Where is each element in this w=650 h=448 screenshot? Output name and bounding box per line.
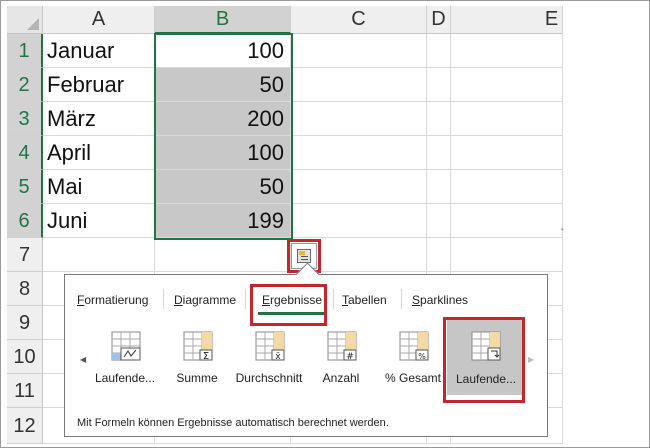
option-count[interactable]: # Anzahl <box>303 327 379 387</box>
cell-a3[interactable]: März <box>43 102 155 136</box>
cell-a4[interactable]: April <box>43 136 155 170</box>
svg-text:Σ: Σ <box>203 351 209 361</box>
tab-separator <box>401 289 402 309</box>
empty-cell[interactable] <box>427 68 451 102</box>
empty-cell[interactable] <box>451 102 563 136</box>
scroll-left-icon[interactable]: ◀ <box>80 355 86 364</box>
empty-cell[interactable] <box>451 238 563 272</box>
quick-analysis-icon <box>297 249 311 263</box>
row-header-11[interactable]: 11 <box>7 374 43 408</box>
tab-separator <box>245 289 246 309</box>
average-icon: x̄ <box>255 331 285 361</box>
option-percent-total[interactable]: % % Gesamt <box>375 327 451 387</box>
option-average[interactable]: x̄ Durchschnitt <box>231 327 307 387</box>
select-all-triangle-icon <box>27 18 39 30</box>
row-header-5[interactable]: 5 <box>7 170 43 204</box>
empty-cell[interactable] <box>427 204 451 238</box>
empty-cell[interactable] <box>291 204 427 238</box>
cell-b5[interactable]: 50 <box>155 170 291 204</box>
row-header-3[interactable]: 3 <box>7 102 43 136</box>
quick-analysis-line-1 <box>301 256 308 257</box>
resize-handle-icon: • <box>561 225 564 234</box>
empty-cell[interactable] <box>451 136 563 170</box>
cell-a5[interactable]: Mai <box>43 170 155 204</box>
row-header-12[interactable]: 12 <box>7 408 43 444</box>
svg-text:x̄: x̄ <box>275 352 281 361</box>
column-header-e[interactable]: E <box>451 6 563 34</box>
row-header-6[interactable]: 6 <box>7 204 43 238</box>
tab-formatierung[interactable]: Formatierung <box>77 293 148 307</box>
row-header-8[interactable]: 8 <box>7 272 43 306</box>
empty-cell[interactable] <box>427 136 451 170</box>
percent-total-icon: % <box>399 331 429 361</box>
empty-cell[interactable] <box>427 34 451 68</box>
empty-cell[interactable] <box>291 136 427 170</box>
empty-cell[interactable] <box>427 238 451 272</box>
row-header-7[interactable]: 7 <box>7 238 43 272</box>
empty-cell[interactable] <box>451 68 563 102</box>
empty-cell[interactable] <box>43 238 155 272</box>
cell-b6[interactable]: 199 <box>155 204 291 238</box>
row-header-1[interactable]: 1 <box>7 34 43 68</box>
quick-analysis-panel: Formatierung Diagramme Ergebnisse Tabell… <box>64 262 548 437</box>
empty-cell[interactable] <box>451 34 563 68</box>
row-header-10[interactable]: 10 <box>7 340 43 374</box>
tab-separator <box>333 289 334 309</box>
column-header-b[interactable]: B <box>155 6 291 34</box>
svg-text:%: % <box>418 352 426 361</box>
hint-text: Mit Formeln können Ergebnisse automatisc… <box>77 417 389 429</box>
tab-diagramme[interactable]: Diagramme <box>174 293 236 307</box>
cell-b4[interactable]: 100 <box>155 136 291 170</box>
running-total-column-icon <box>471 331 501 361</box>
quick-analysis-line-2 <box>301 259 308 260</box>
cell-b1[interactable]: 100 <box>155 34 291 68</box>
column-header-c[interactable]: C <box>291 6 427 34</box>
tab-separator <box>163 289 164 309</box>
cell-b2[interactable]: 50 <box>155 68 291 102</box>
empty-cell[interactable] <box>155 238 291 272</box>
empty-cell[interactable] <box>451 170 563 204</box>
active-tab-underline <box>258 312 324 315</box>
svg-text:#: # <box>346 352 354 361</box>
quick-analysis-bolt <box>299 251 305 255</box>
row-header-9[interactable]: 9 <box>7 306 43 340</box>
empty-cell[interactable] <box>451 204 563 238</box>
empty-cell[interactable] <box>291 170 427 204</box>
empty-cell[interactable] <box>291 102 427 136</box>
scroll-right-icon[interactable]: ▶ <box>528 355 534 364</box>
empty-cell[interactable] <box>427 170 451 204</box>
cell-b3[interactable]: 200 <box>155 102 291 136</box>
column-header-d[interactable]: D <box>427 6 451 34</box>
column-header-a[interactable]: A <box>43 6 155 34</box>
option-running-total-rows[interactable]: Laufende... <box>87 327 163 387</box>
empty-cell[interactable] <box>291 68 427 102</box>
option-sum[interactable]: Σ Summe <box>159 327 235 387</box>
select-all-corner[interactable] <box>7 6 43 34</box>
tab-tabellen[interactable]: Tabellen <box>342 293 387 307</box>
row-header-2[interactable]: 2 <box>7 68 43 102</box>
empty-cell[interactable] <box>427 102 451 136</box>
option-label: Laufende... <box>455 372 517 386</box>
count-icon: # <box>327 331 357 361</box>
option-running-total-columns[interactable]: Laufende... <box>447 319 525 395</box>
window-frame: A B C D E 1 2 3 4 5 6 7 8 9 10 11 12 Jan… <box>0 0 650 448</box>
cell-a6[interactable]: Juni <box>43 204 155 238</box>
sum-icon: Σ <box>183 331 213 361</box>
row-header-4[interactable]: 4 <box>7 136 43 170</box>
cell-a2[interactable]: Februar <box>43 68 155 102</box>
tab-sparklines[interactable]: Sparklines <box>412 293 468 307</box>
cell-a1[interactable]: Januar <box>43 34 155 68</box>
running-total-row-icon <box>111 331 141 361</box>
tab-ergebnisse[interactable]: Ergebnisse <box>262 293 322 307</box>
empty-cell[interactable] <box>291 34 427 68</box>
